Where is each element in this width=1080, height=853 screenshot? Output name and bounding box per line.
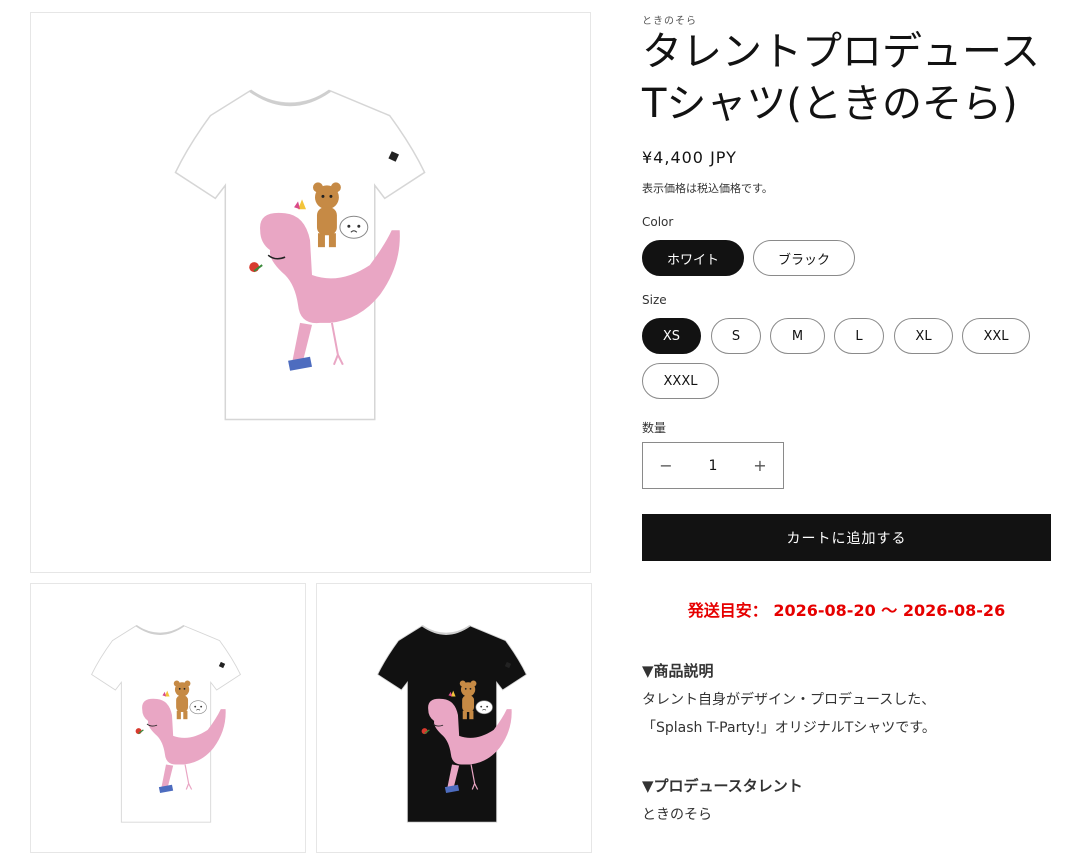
- tshirt-white-thumbnail: [90, 624, 242, 824]
- quantity-decrease-button[interactable]: −: [643, 456, 689, 475]
- shipping-estimate: 発送目安： 2026-08-20 〜 2026-08-26: [687, 601, 1006, 620]
- main-product-image[interactable]: [30, 12, 591, 573]
- add-to-cart-button[interactable]: カートに追加する: [642, 514, 1051, 561]
- tax-note: 表示価格は税込価格です。: [642, 182, 773, 195]
- size-s-button[interactable]: S: [711, 318, 761, 354]
- size-option-label: Size: [642, 293, 667, 307]
- size-m-button[interactable]: M: [770, 318, 825, 354]
- quantity-stepper: − 1 +: [642, 442, 784, 489]
- color-white-button[interactable]: ホワイト: [642, 240, 744, 276]
- title-line-2: Tシャツ(ときのそら): [642, 81, 1018, 127]
- tshirt-black-thumbnail: [376, 624, 528, 824]
- talent-name: ときのそら: [642, 807, 712, 823]
- description-line-2: 「Splash T-Party!」オリジナルTシャツです。: [642, 720, 936, 736]
- tshirt-white-illustration: [173, 89, 427, 422]
- size-xs-button[interactable]: XS: [642, 318, 701, 354]
- product-title: タレントプロデュース Tシャツ(ときのそら): [642, 26, 1062, 130]
- color-option-label: Color: [642, 215, 674, 229]
- quantity-input[interactable]: 1: [689, 458, 737, 474]
- quantity-label: 数量: [642, 421, 667, 435]
- thumbnail-white[interactable]: [30, 583, 306, 853]
- talent-heading: ▼プロデュースタレント: [642, 777, 803, 795]
- color-black-button[interactable]: ブラック: [753, 240, 855, 276]
- description-heading: ▼商品説明: [642, 662, 714, 680]
- thumbnail-black[interactable]: [316, 583, 592, 853]
- title-line-1: タレントプロデュース: [642, 29, 1040, 75]
- size-xxxl-button[interactable]: XXXL: [642, 363, 719, 399]
- vendor-label: ときのそら: [642, 16, 697, 27]
- quantity-increase-button[interactable]: +: [737, 456, 783, 475]
- description-line-1: タレント自身がデザイン・プロデュースした、: [642, 692, 936, 708]
- product-price: ¥4,400 JPY: [642, 148, 737, 167]
- size-xxl-button[interactable]: XXL: [962, 318, 1030, 354]
- size-l-button[interactable]: L: [834, 318, 884, 354]
- size-xl-button[interactable]: XL: [894, 318, 953, 354]
